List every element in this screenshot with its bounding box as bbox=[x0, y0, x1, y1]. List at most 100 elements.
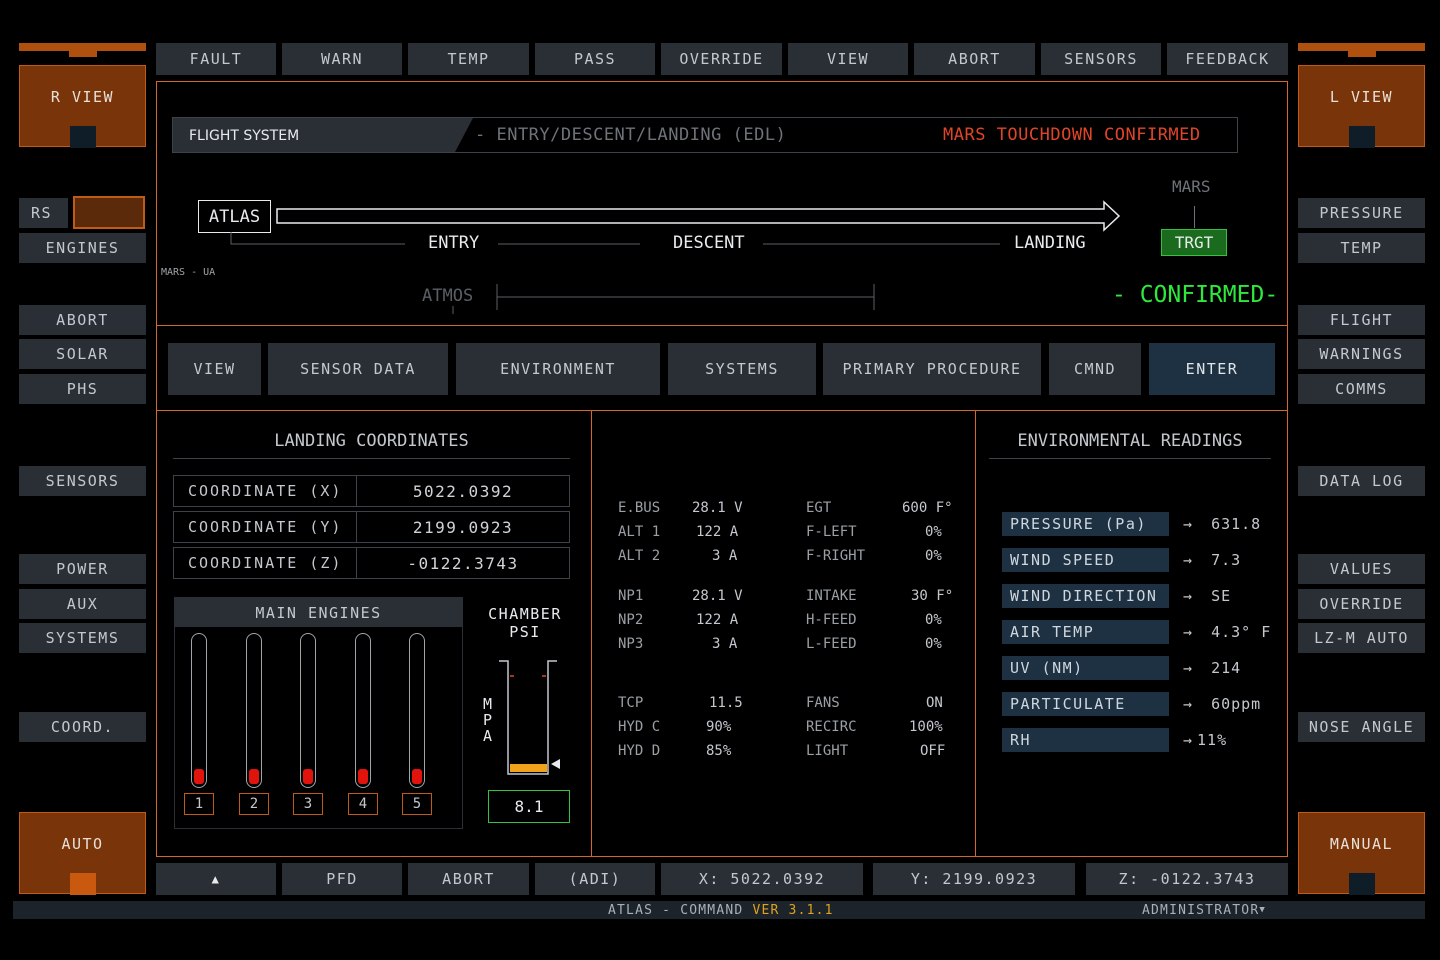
stat-intake-key: INTAKE bbox=[806, 588, 857, 604]
flight-button[interactable]: FLIGHT bbox=[1298, 305, 1425, 335]
stat-fans-val: ON bbox=[926, 695, 943, 711]
tab-view[interactable]: VIEW bbox=[168, 343, 261, 395]
env-uv-label: UV (NM) bbox=[1002, 656, 1169, 680]
coord-button[interactable]: COORD. bbox=[19, 712, 146, 742]
engines-button[interactable]: ENGINES bbox=[19, 233, 146, 263]
tab-sensor-data[interactable]: SENSOR DATA bbox=[268, 343, 448, 395]
auto-button[interactable]: AUTO bbox=[19, 812, 146, 895]
touchdown-status: MARS TOUCHDOWN CONFIRMED bbox=[943, 125, 1201, 145]
engine-2-level bbox=[249, 769, 259, 784]
env-uv-num: 214 bbox=[1211, 659, 1242, 677]
origin-atlas[interactable]: ATLAS bbox=[198, 200, 271, 233]
engine-1-button[interactable]: 1 bbox=[184, 793, 214, 815]
coord-y-label: COORDINATE (Y) bbox=[174, 512, 357, 542]
user-menu[interactable]: ADMINISTRATOR▼ bbox=[1142, 903, 1266, 918]
env-wind-speed-num: 7.3 bbox=[1211, 551, 1242, 569]
confirmed-label: - CONFIRMED- bbox=[1112, 282, 1279, 308]
env-rh-value: → 11% bbox=[1183, 731, 1228, 749]
nav-fault[interactable]: FAULT bbox=[156, 43, 276, 75]
r-view-label: R VIEW bbox=[50, 88, 115, 106]
temp-side-button[interactable]: TEMP bbox=[1298, 233, 1425, 263]
manual-label: MANUAL bbox=[1329, 835, 1394, 853]
enter-button[interactable]: ENTER bbox=[1149, 343, 1275, 395]
up-arrow-icon[interactable]: ▲ bbox=[156, 863, 276, 895]
r-view-button[interactable]: R VIEW bbox=[19, 65, 146, 148]
env-pressure-num: 631.8 bbox=[1211, 515, 1262, 533]
nav-sensors[interactable]: SENSORS bbox=[1041, 43, 1161, 75]
coord-x-label: COORDINATE (X) bbox=[174, 476, 357, 506]
stat-hydc-val: 90% bbox=[706, 719, 732, 735]
stat-np3-val: 3 A bbox=[712, 636, 738, 652]
env-wind-direction-num: SE bbox=[1211, 587, 1232, 605]
nav-feedback[interactable]: FEEDBACK bbox=[1167, 43, 1288, 75]
env-rh-label: RH bbox=[1002, 728, 1169, 752]
warnings-button[interactable]: WARNINGS bbox=[1298, 339, 1425, 369]
stat-np1-key: NP1 bbox=[618, 588, 644, 604]
manual-button[interactable]: MANUAL bbox=[1298, 812, 1425, 895]
nav-view[interactable]: VIEW bbox=[788, 43, 908, 75]
data-log-button[interactable]: DATA LOG bbox=[1298, 466, 1425, 496]
engine-3-button[interactable]: 3 bbox=[293, 793, 323, 815]
flight-header: FLIGHT SYSTEM - ENTRY/DESCENT/LANDING (E… bbox=[172, 117, 1238, 153]
stat-alt2-val: 3 A bbox=[712, 548, 738, 564]
comms-button[interactable]: COMMS bbox=[1298, 374, 1425, 404]
env-wind-direction-value: → SE bbox=[1183, 587, 1232, 605]
power-button[interactable]: POWER bbox=[19, 554, 146, 584]
stat-ebus-key: E.BUS bbox=[618, 500, 661, 516]
rs-indicator[interactable] bbox=[73, 196, 145, 229]
left-top-notch bbox=[69, 49, 97, 57]
nav-abort[interactable]: ABORT bbox=[914, 43, 1035, 75]
stat-egt-key: EGT bbox=[806, 500, 832, 516]
engine-3-level bbox=[303, 769, 313, 784]
nav-pass[interactable]: PASS bbox=[535, 43, 655, 75]
nav-override[interactable]: OVERRIDE bbox=[661, 43, 782, 75]
pressure-button[interactable]: PRESSURE bbox=[1298, 198, 1425, 228]
right-top-notch bbox=[1348, 49, 1376, 57]
nav-temp[interactable]: TEMP bbox=[408, 43, 529, 75]
env-title: ENVIRONMENTAL READINGS bbox=[1017, 431, 1243, 451]
engine-4-button[interactable]: 4 bbox=[348, 793, 378, 815]
stat-ebus-val: 28.1 V bbox=[692, 500, 743, 516]
env-particulate-value: → 60ppm bbox=[1183, 695, 1262, 713]
target-badge[interactable]: TRGT bbox=[1161, 229, 1227, 256]
engine-2-button[interactable]: 2 bbox=[239, 793, 269, 815]
nav-warn[interactable]: WARN bbox=[282, 43, 402, 75]
stat-lfeed-key: L-FEED bbox=[806, 636, 857, 652]
override-side-button[interactable]: OVERRIDE bbox=[1298, 589, 1425, 619]
systems-side-button[interactable]: SYSTEMS bbox=[19, 623, 146, 653]
footer-app-name: ATLAS - COMMAND bbox=[608, 903, 744, 918]
manual-indicator bbox=[1349, 873, 1375, 895]
tab-primary-procedure[interactable]: PRIMARY PROCEDURE bbox=[823, 343, 1041, 395]
engine-5-button[interactable]: 5 bbox=[402, 793, 432, 815]
aux-button[interactable]: AUX bbox=[19, 589, 146, 619]
flight-system-label: FLIGHT SYSTEM bbox=[189, 128, 300, 144]
sensors-side-button[interactable]: SENSORS bbox=[19, 466, 146, 496]
coord-row-x: COORDINATE (X) 5022.0392 bbox=[173, 475, 570, 507]
stat-np2-key: NP2 bbox=[618, 612, 644, 628]
l-view-button[interactable]: L VIEW bbox=[1298, 65, 1425, 148]
adi-button[interactable]: (ADI) bbox=[535, 863, 655, 895]
nose-angle-button[interactable]: NOSE ANGLE bbox=[1298, 712, 1425, 742]
env-wind-speed-value: → 7.3 bbox=[1183, 551, 1242, 569]
stat-recirc-key: RECIRC bbox=[806, 719, 857, 735]
tab-systems[interactable]: SYSTEMS bbox=[668, 343, 816, 395]
tab-environment[interactable]: ENVIRONMENT bbox=[456, 343, 660, 395]
l-view-label: L VIEW bbox=[1329, 88, 1394, 106]
tab-cmnd[interactable]: CMND bbox=[1049, 343, 1141, 395]
engine-4-gauge bbox=[355, 633, 371, 788]
chamber-title-2: PSI bbox=[509, 623, 541, 641]
lz-m-auto-button[interactable]: LZ-M AUTO bbox=[1298, 623, 1425, 653]
bottom-abort-button[interactable]: ABORT bbox=[408, 863, 529, 895]
abort-side-button[interactable]: ABORT bbox=[19, 305, 146, 335]
engine-1-level bbox=[194, 769, 204, 784]
stat-alt1-key: ALT 1 bbox=[618, 524, 661, 540]
values-button[interactable]: VALUES bbox=[1298, 554, 1425, 584]
rs-button[interactable]: RS bbox=[19, 198, 68, 228]
stat-light-key: LIGHT bbox=[806, 743, 849, 759]
coord-row-y: COORDINATE (Y) 2199.0923 bbox=[173, 511, 570, 543]
solar-button[interactable]: SOLAR bbox=[19, 339, 146, 369]
phs-button[interactable]: PHS bbox=[19, 374, 146, 404]
footer-bar: ATLAS - COMMAND VER 3.1.1 ADMINISTRATOR▼ bbox=[13, 901, 1425, 919]
stat-alt2-key: ALT 2 bbox=[618, 548, 661, 564]
pfd-button[interactable]: PFD bbox=[282, 863, 402, 895]
